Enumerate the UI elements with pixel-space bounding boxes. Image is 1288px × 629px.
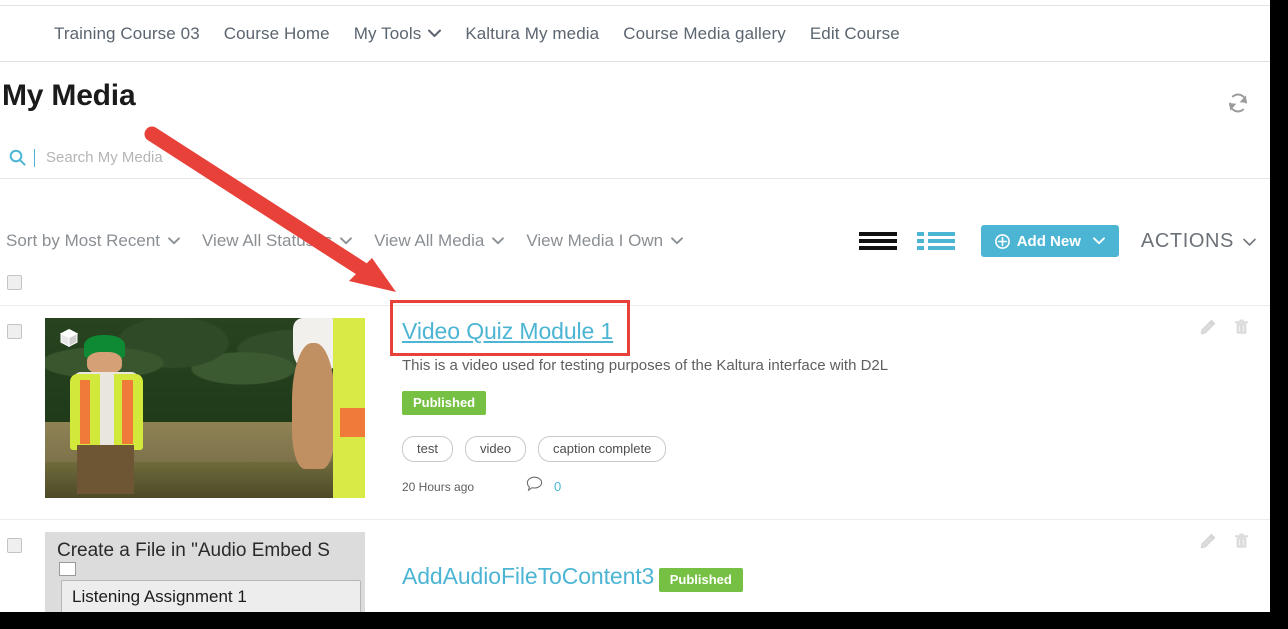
right-letterbox xyxy=(1270,0,1288,629)
filter-label: View All Media xyxy=(374,231,485,250)
media-title-link[interactable]: AddAudioFileToContent3 xyxy=(402,563,654,590)
status-badge: Published xyxy=(402,391,487,415)
select-all-row xyxy=(0,266,1270,306)
media-tag[interactable]: caption complete xyxy=(538,436,667,462)
media-item-checkbox[interactable] xyxy=(7,324,22,339)
comment-count: 0 xyxy=(554,479,562,494)
chevron-down-icon xyxy=(1243,230,1256,253)
filter-view-all-media[interactable]: View All Media xyxy=(374,231,505,251)
nav-item-label: My Tools xyxy=(353,23,422,43)
chevron-down-icon xyxy=(168,237,180,245)
bottom-letterbox xyxy=(0,612,1288,629)
filter-label: View Media I Own xyxy=(526,231,664,250)
filter-sort-by[interactable]: Sort by Most Recent xyxy=(6,231,180,251)
nav-item-training-course-03[interactable]: Training Course 03 xyxy=(54,24,200,44)
media-tags: test video caption complete xyxy=(402,436,1192,462)
page-header: My Media xyxy=(0,63,1270,135)
search-bar xyxy=(0,137,1270,179)
media-row-actions xyxy=(1182,533,1249,549)
status-badge: Published xyxy=(658,568,743,592)
nav-item-label: Edit Course xyxy=(809,23,900,43)
media-list-item: Video Quiz Module 1 This is a video used… xyxy=(0,306,1270,520)
screenshot-viewport: Training Course 03 Course Home My Tools … xyxy=(0,0,1288,629)
filter-toolbar: Sort by Most Recent View All Statuses Vi… xyxy=(0,218,1270,264)
list-view-icon[interactable] xyxy=(916,230,955,252)
select-all-checkbox[interactable] xyxy=(7,275,22,290)
media-description: This is a video used for testing purpose… xyxy=(402,357,889,374)
my-media-page: Training Course 03 Course Home My Tools … xyxy=(0,0,1270,612)
media-list-item: Create a File in "Audio Embed S Listenin… xyxy=(0,520,1270,612)
media-thumbnail[interactable] xyxy=(45,318,365,498)
nav-item-edit-course[interactable]: Edit Course xyxy=(810,24,900,44)
quiz-cube-icon xyxy=(59,328,79,348)
nav-item-kaltura-my-media[interactable]: Kaltura My media xyxy=(465,24,599,44)
filter-view-media-i-own[interactable]: View Media I Own xyxy=(526,231,683,251)
comment-count-group[interactable]: 0 xyxy=(526,476,561,497)
course-navbar: Training Course 03 Course Home My Tools … xyxy=(0,6,1270,62)
plus-circle-icon xyxy=(994,233,1010,249)
trash-icon[interactable] xyxy=(1234,319,1249,335)
chevron-down-icon xyxy=(1092,237,1105,245)
thumbnail-image: Create a File in "Audio Embed S Listenin… xyxy=(45,532,365,612)
nav-item-label: Kaltura My media xyxy=(465,23,600,43)
red-highlight-box-annotation xyxy=(390,300,630,356)
media-tag[interactable]: video xyxy=(464,436,527,462)
add-new-button[interactable]: Add New xyxy=(980,225,1119,257)
add-new-label: Add New xyxy=(1016,232,1081,250)
filter-view-all-statuses[interactable]: View All Statuses xyxy=(202,231,353,251)
nav-item-my-tools[interactable]: My Tools xyxy=(354,24,442,44)
media-thumbnail[interactable]: Create a File in "Audio Embed S Listenin… xyxy=(45,532,365,612)
media-tag[interactable]: test xyxy=(402,436,453,462)
pencil-icon[interactable] xyxy=(1200,319,1216,335)
nav-item-course-home[interactable]: Course Home xyxy=(224,24,330,44)
chevron-down-icon xyxy=(340,237,353,245)
filter-label: View All Statuses xyxy=(202,231,333,250)
actions-menu-button[interactable]: ACTIONS xyxy=(1141,230,1256,253)
media-item-body: AddAudioFileToContent3 Published xyxy=(402,532,1192,592)
media-item-checkbox[interactable] xyxy=(7,538,22,553)
search-icon[interactable] xyxy=(0,149,34,166)
nav-item-course-media-gallery[interactable]: Course Media gallery xyxy=(623,24,786,44)
refresh-icon[interactable] xyxy=(1226,91,1250,115)
nav-item-label: Training Course 03 xyxy=(54,23,200,43)
nav-item-label: Course Home xyxy=(223,23,330,43)
pencil-icon[interactable] xyxy=(1200,533,1216,549)
page-title: My Media xyxy=(2,79,136,112)
actions-label: ACTIONS xyxy=(1140,229,1234,252)
trash-icon[interactable] xyxy=(1234,533,1249,549)
table-view-icon[interactable] xyxy=(858,230,897,252)
filter-label: Sort by Most Recent xyxy=(6,231,161,250)
search-input[interactable] xyxy=(35,142,1270,173)
image-placeholder-icon xyxy=(59,562,76,576)
media-timestamp: 20 Hours ago xyxy=(402,479,475,494)
thumbnail-text-line-2: Listening Assignment 1 xyxy=(61,580,361,612)
thumbnail-image xyxy=(45,318,365,498)
thumbnail-text-line-1: Create a File in "Audio Embed S xyxy=(57,540,330,561)
comment-icon xyxy=(526,476,543,497)
media-row-actions xyxy=(1182,319,1249,335)
nav-item-label: Course Media gallery xyxy=(623,23,786,43)
media-meta: 20 Hours ago 0 xyxy=(402,476,1192,497)
chevron-down-icon xyxy=(492,237,505,245)
chevron-down-icon xyxy=(428,29,442,38)
chevron-down-icon xyxy=(671,237,683,245)
